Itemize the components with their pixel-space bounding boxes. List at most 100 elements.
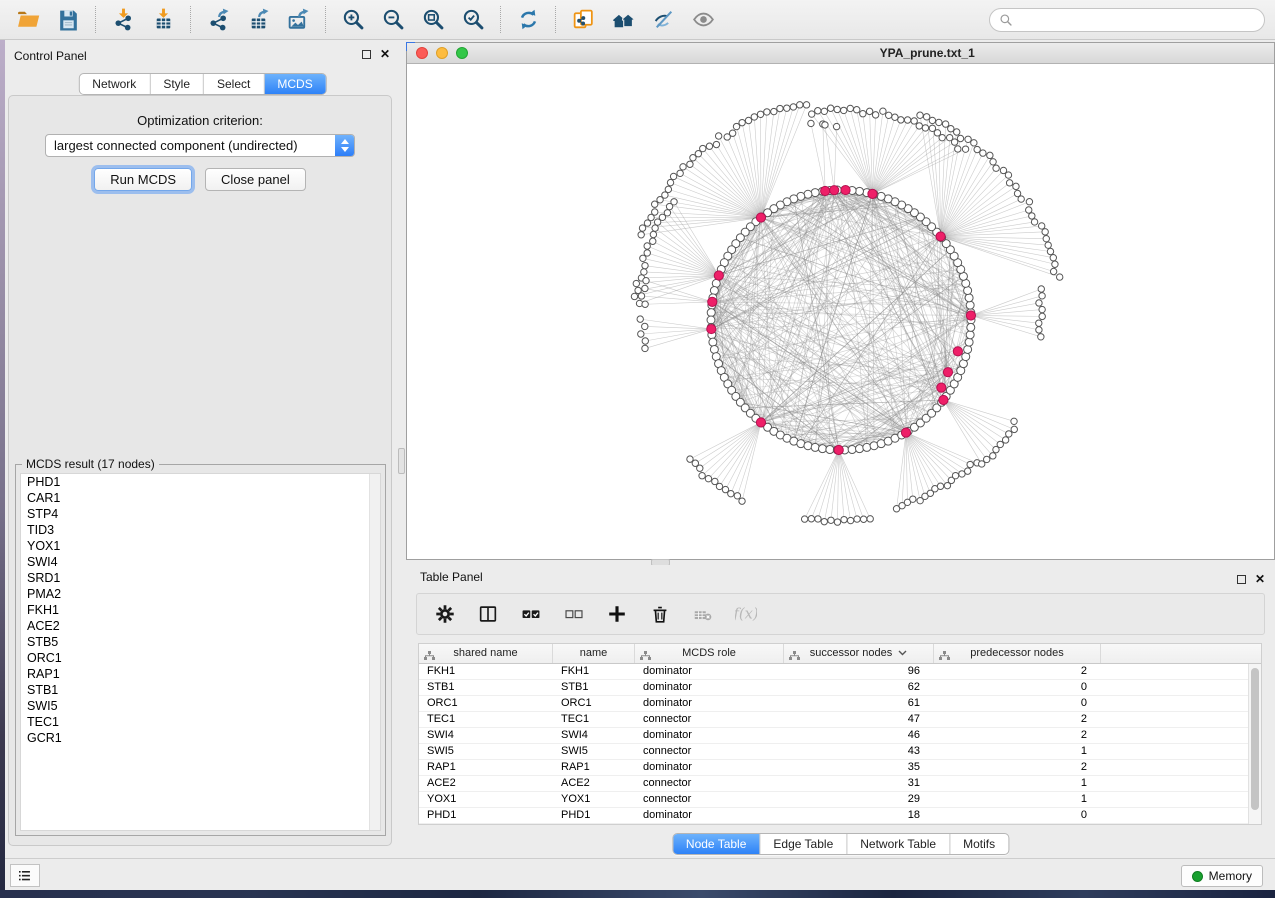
import-table-button[interactable] bbox=[145, 4, 181, 36]
cell: connector bbox=[635, 712, 784, 727]
table-scrollbar[interactable] bbox=[1248, 664, 1261, 824]
mcds-result-item[interactable]: STB1 bbox=[21, 682, 380, 698]
run-mcds-button[interactable]: Run MCDS bbox=[94, 168, 192, 191]
mcds-result-item[interactable]: TEC1 bbox=[21, 714, 380, 730]
control-panel-tabs: NetworkStyleSelectMCDS bbox=[78, 73, 326, 95]
table-row[interactable]: ORC1ORC1dominator610 bbox=[419, 696, 1261, 712]
float-table-panel-icon[interactable] bbox=[1237, 575, 1246, 584]
table-header-row: shared namenameMCDS rolesuccessor nodesp… bbox=[419, 644, 1261, 664]
import-network-icon bbox=[111, 7, 136, 32]
mcds-result-item[interactable]: YOX1 bbox=[21, 538, 380, 554]
column-header-predecessor-nodes[interactable]: predecessor nodes bbox=[934, 644, 1101, 663]
network-titlebar[interactable]: YPA_prune.txt_1 bbox=[407, 43, 1274, 64]
mcds-result-item[interactable]: SWI5 bbox=[21, 698, 380, 714]
mcds-result-item[interactable]: GCR1 bbox=[21, 730, 380, 746]
import-network-button[interactable] bbox=[105, 4, 141, 36]
tab-network[interactable]: Network bbox=[79, 74, 150, 94]
close-window-icon[interactable] bbox=[416, 47, 428, 59]
table-row[interactable]: ACE2ACE2connector311 bbox=[419, 776, 1261, 792]
search-box[interactable] bbox=[989, 8, 1265, 32]
settings-button[interactable] bbox=[432, 601, 458, 627]
mcds-result-item[interactable]: ACE2 bbox=[21, 618, 380, 634]
cell: 29 bbox=[784, 792, 934, 807]
show-panels-button[interactable] bbox=[10, 864, 40, 887]
table-scrollbar-thumb[interactable] bbox=[1251, 668, 1259, 810]
cell: 35 bbox=[784, 760, 934, 775]
search-input[interactable] bbox=[1019, 13, 1255, 27]
split-panel-button[interactable] bbox=[475, 601, 501, 627]
column-header-shared-name[interactable]: shared name bbox=[419, 644, 553, 663]
show-eye-button[interactable] bbox=[685, 4, 721, 36]
tab-style[interactable]: Style bbox=[150, 74, 204, 94]
zoom-out-button[interactable] bbox=[375, 4, 411, 36]
maximize-window-icon[interactable] bbox=[456, 47, 468, 59]
app-window: Control Panel ✕ NetworkStyleSelectMCDS O… bbox=[0, 0, 1275, 898]
vertical-splitter-handle[interactable] bbox=[398, 448, 405, 474]
mcds-result-item[interactable]: ORC1 bbox=[21, 650, 380, 666]
close-panel-icon[interactable]: ✕ bbox=[380, 49, 390, 59]
zoom-selected-button[interactable] bbox=[455, 4, 491, 36]
hide-button[interactable] bbox=[645, 4, 681, 36]
criterion-dropdown[interactable]: largest connected component (undirected) bbox=[45, 134, 355, 157]
column-header-MCDS-role[interactable]: MCDS role bbox=[635, 644, 784, 663]
table-row[interactable]: PHD1PHD1dominator180 bbox=[419, 808, 1261, 824]
column-type-icon bbox=[789, 649, 800, 668]
toolbar-separator bbox=[325, 6, 326, 33]
network-canvas[interactable] bbox=[407, 64, 1274, 559]
add-column-button[interactable] bbox=[604, 601, 630, 627]
table-row[interactable]: TEC1TEC1connector472 bbox=[419, 712, 1261, 728]
houses-button[interactable] bbox=[605, 4, 641, 36]
mcds-result-item[interactable]: SWI4 bbox=[21, 554, 380, 570]
table-row[interactable]: YOX1YOX1connector291 bbox=[419, 792, 1261, 808]
delete-column-button[interactable] bbox=[647, 601, 673, 627]
mcds-result-item[interactable]: SRD1 bbox=[21, 570, 380, 586]
cell: 62 bbox=[784, 680, 934, 695]
mcds-result-list[interactable]: PHD1CAR1STP4TID3YOX1SWI4SRD1PMA2FKH1ACE2… bbox=[20, 473, 381, 831]
export-network-button[interactable] bbox=[200, 4, 236, 36]
open-network-button[interactable] bbox=[10, 4, 46, 36]
zoom-fit-button[interactable] bbox=[415, 4, 451, 36]
table-tab-network-table[interactable]: Network Table bbox=[847, 834, 950, 854]
column-header-successor-nodes[interactable]: successor nodes bbox=[784, 644, 934, 663]
mcds-result-item[interactable]: TID3 bbox=[21, 522, 380, 538]
mcds-result-item[interactable]: STP4 bbox=[21, 506, 380, 522]
table-row[interactable]: RAP1RAP1dominator352 bbox=[419, 760, 1261, 776]
tab-mcds[interactable]: MCDS bbox=[264, 74, 325, 94]
table-tab-node-table[interactable]: Node Table bbox=[673, 834, 761, 854]
refresh-button[interactable] bbox=[510, 4, 546, 36]
table-tab-edge-table[interactable]: Edge Table bbox=[760, 834, 847, 854]
copy-network-button[interactable] bbox=[565, 4, 601, 36]
cell: connector bbox=[635, 744, 784, 759]
export-image-button[interactable] bbox=[280, 4, 316, 36]
memory-status-icon bbox=[1192, 871, 1203, 882]
save-session-button[interactable] bbox=[50, 4, 86, 36]
table-row[interactable]: SWI4SWI4dominator462 bbox=[419, 728, 1261, 744]
select-all-button[interactable] bbox=[518, 601, 544, 627]
column-header-name[interactable]: name bbox=[553, 644, 635, 663]
cell: TEC1 bbox=[419, 712, 553, 727]
copy-network-icon bbox=[571, 7, 596, 32]
show-eye-icon bbox=[691, 7, 716, 32]
minimize-window-icon[interactable] bbox=[436, 47, 448, 59]
zoom-in-button[interactable] bbox=[335, 4, 371, 36]
float-panel-icon[interactable] bbox=[362, 50, 371, 59]
table-row[interactable]: SWI5SWI5connector431 bbox=[419, 744, 1261, 760]
table-row[interactable]: FKH1FKH1dominator962 bbox=[419, 664, 1261, 680]
mcds-result-item[interactable]: PHD1 bbox=[21, 474, 380, 490]
mcds-result-item[interactable]: FKH1 bbox=[21, 602, 380, 618]
tab-select[interactable]: Select bbox=[204, 74, 264, 94]
desktop-wallpaper-bottom bbox=[0, 890, 1275, 898]
mcds-list-scrollbar[interactable] bbox=[369, 474, 380, 830]
table-tab-motifs[interactable]: Motifs bbox=[950, 834, 1008, 854]
export-table-button[interactable] bbox=[240, 4, 276, 36]
mcds-result-item[interactable]: STB5 bbox=[21, 634, 380, 650]
mcds-result-item[interactable]: RAP1 bbox=[21, 666, 380, 682]
column-type-icon bbox=[424, 649, 435, 668]
mcds-result-item[interactable]: PMA2 bbox=[21, 586, 380, 602]
close-table-panel-icon[interactable]: ✕ bbox=[1255, 574, 1265, 584]
table-row[interactable]: STB1STB1dominator620 bbox=[419, 680, 1261, 696]
memory-button[interactable]: Memory bbox=[1181, 865, 1263, 887]
deselect-all-button[interactable] bbox=[561, 601, 587, 627]
mcds-result-item[interactable]: CAR1 bbox=[21, 490, 380, 506]
close-panel-button[interactable]: Close panel bbox=[205, 168, 306, 191]
